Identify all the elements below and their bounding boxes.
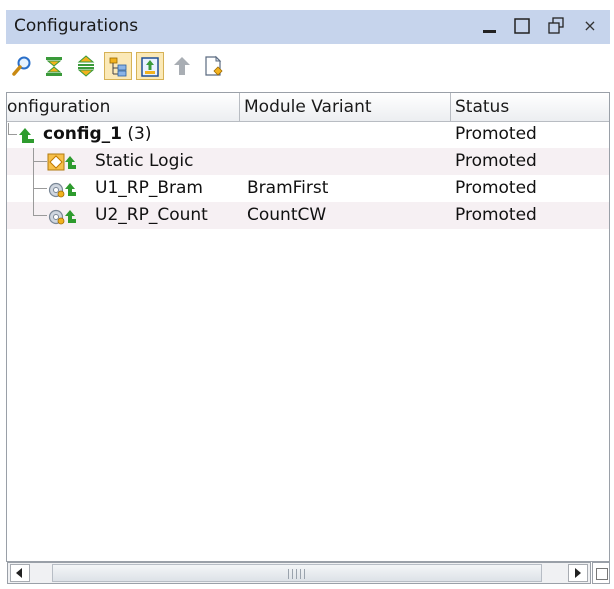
table-header: onfiguration Module Variant Status bbox=[7, 93, 609, 122]
search-button[interactable] bbox=[8, 52, 36, 80]
corner-box-icon bbox=[596, 568, 608, 580]
expand-all-button[interactable] bbox=[72, 52, 100, 80]
panel-title: Configurations bbox=[14, 16, 139, 36]
collapse-all-button[interactable] bbox=[40, 52, 68, 80]
horizontal-scrollbar[interactable] bbox=[7, 562, 591, 584]
maximize-icon bbox=[514, 18, 530, 34]
grip-icon bbox=[288, 569, 308, 579]
promote-icon bbox=[174, 57, 190, 75]
module-variant-cell: BramFirst bbox=[247, 178, 329, 198]
table-row[interactable]: U2_RP_Count CountCW Promoted bbox=[7, 202, 609, 229]
new-configuration-button[interactable] bbox=[200, 52, 228, 80]
promoted-arrow-icon bbox=[65, 156, 76, 169]
scroll-right-button[interactable] bbox=[568, 564, 588, 582]
panel-title-bar: Configurations × bbox=[6, 10, 610, 44]
status-cell: Promoted bbox=[455, 205, 537, 225]
module-variant-cell bbox=[247, 121, 447, 148]
table-row[interactable]: config_1 (3) Promoted bbox=[7, 121, 609, 148]
configuration-name: config_1 bbox=[43, 124, 122, 144]
module-variant-cell: CountCW bbox=[247, 205, 327, 225]
collapse-all-icon bbox=[46, 57, 62, 76]
column-header-module-variant[interactable]: Module Variant bbox=[240, 93, 451, 121]
status-cell: Promoted bbox=[455, 124, 537, 144]
column-header-configuration[interactable]: onfiguration bbox=[7, 93, 240, 121]
status-cell: Promoted bbox=[455, 178, 537, 198]
promoted-arrow-icon bbox=[65, 210, 76, 223]
hierarchy-view-icon bbox=[109, 57, 127, 77]
scroll-left-button[interactable] bbox=[10, 564, 30, 582]
promote-button[interactable] bbox=[168, 52, 196, 80]
scrollbar-corner bbox=[592, 562, 610, 584]
arrow-left-icon bbox=[16, 568, 22, 578]
float-window-icon bbox=[548, 17, 564, 34]
auto-select-icon bbox=[141, 57, 159, 77]
static-logic-icon bbox=[47, 153, 65, 171]
configuration-count: (3) bbox=[127, 124, 152, 144]
close-button[interactable]: × bbox=[578, 14, 602, 38]
minimize-button[interactable] bbox=[478, 14, 502, 38]
arrow-right-icon bbox=[575, 568, 581, 578]
close-icon: × bbox=[583, 16, 597, 35]
module-variant-cell bbox=[247, 148, 447, 175]
table-row[interactable]: U1_RP_Bram BramFirst Promoted bbox=[7, 175, 609, 202]
promoted-arrow-icon bbox=[19, 128, 34, 143]
partition-gear-icon bbox=[48, 209, 65, 225]
status-cell: Promoted bbox=[455, 151, 537, 171]
promoted-arrow-icon bbox=[65, 183, 76, 196]
search-icon bbox=[12, 56, 31, 76]
new-configuration-icon bbox=[205, 55, 223, 76]
table-row[interactable]: Static Logic Promoted bbox=[7, 148, 609, 175]
toolbar bbox=[6, 50, 610, 86]
scrollbar-thumb[interactable] bbox=[52, 564, 542, 582]
float-button[interactable] bbox=[544, 14, 568, 38]
maximize-button[interactable] bbox=[510, 14, 534, 38]
hierarchy-view-button[interactable] bbox=[104, 52, 132, 80]
expand-all-icon bbox=[77, 55, 95, 77]
column-header-status[interactable]: Status bbox=[451, 93, 609, 121]
minimize-icon bbox=[483, 30, 496, 33]
partition-gear-icon bbox=[48, 182, 65, 198]
auto-select-button[interactable] bbox=[136, 52, 164, 80]
configurations-panel: Configurations × onfiguration Module Var… bbox=[0, 0, 614, 589]
configurations-table: onfiguration Module Variant Status confi… bbox=[6, 92, 610, 562]
